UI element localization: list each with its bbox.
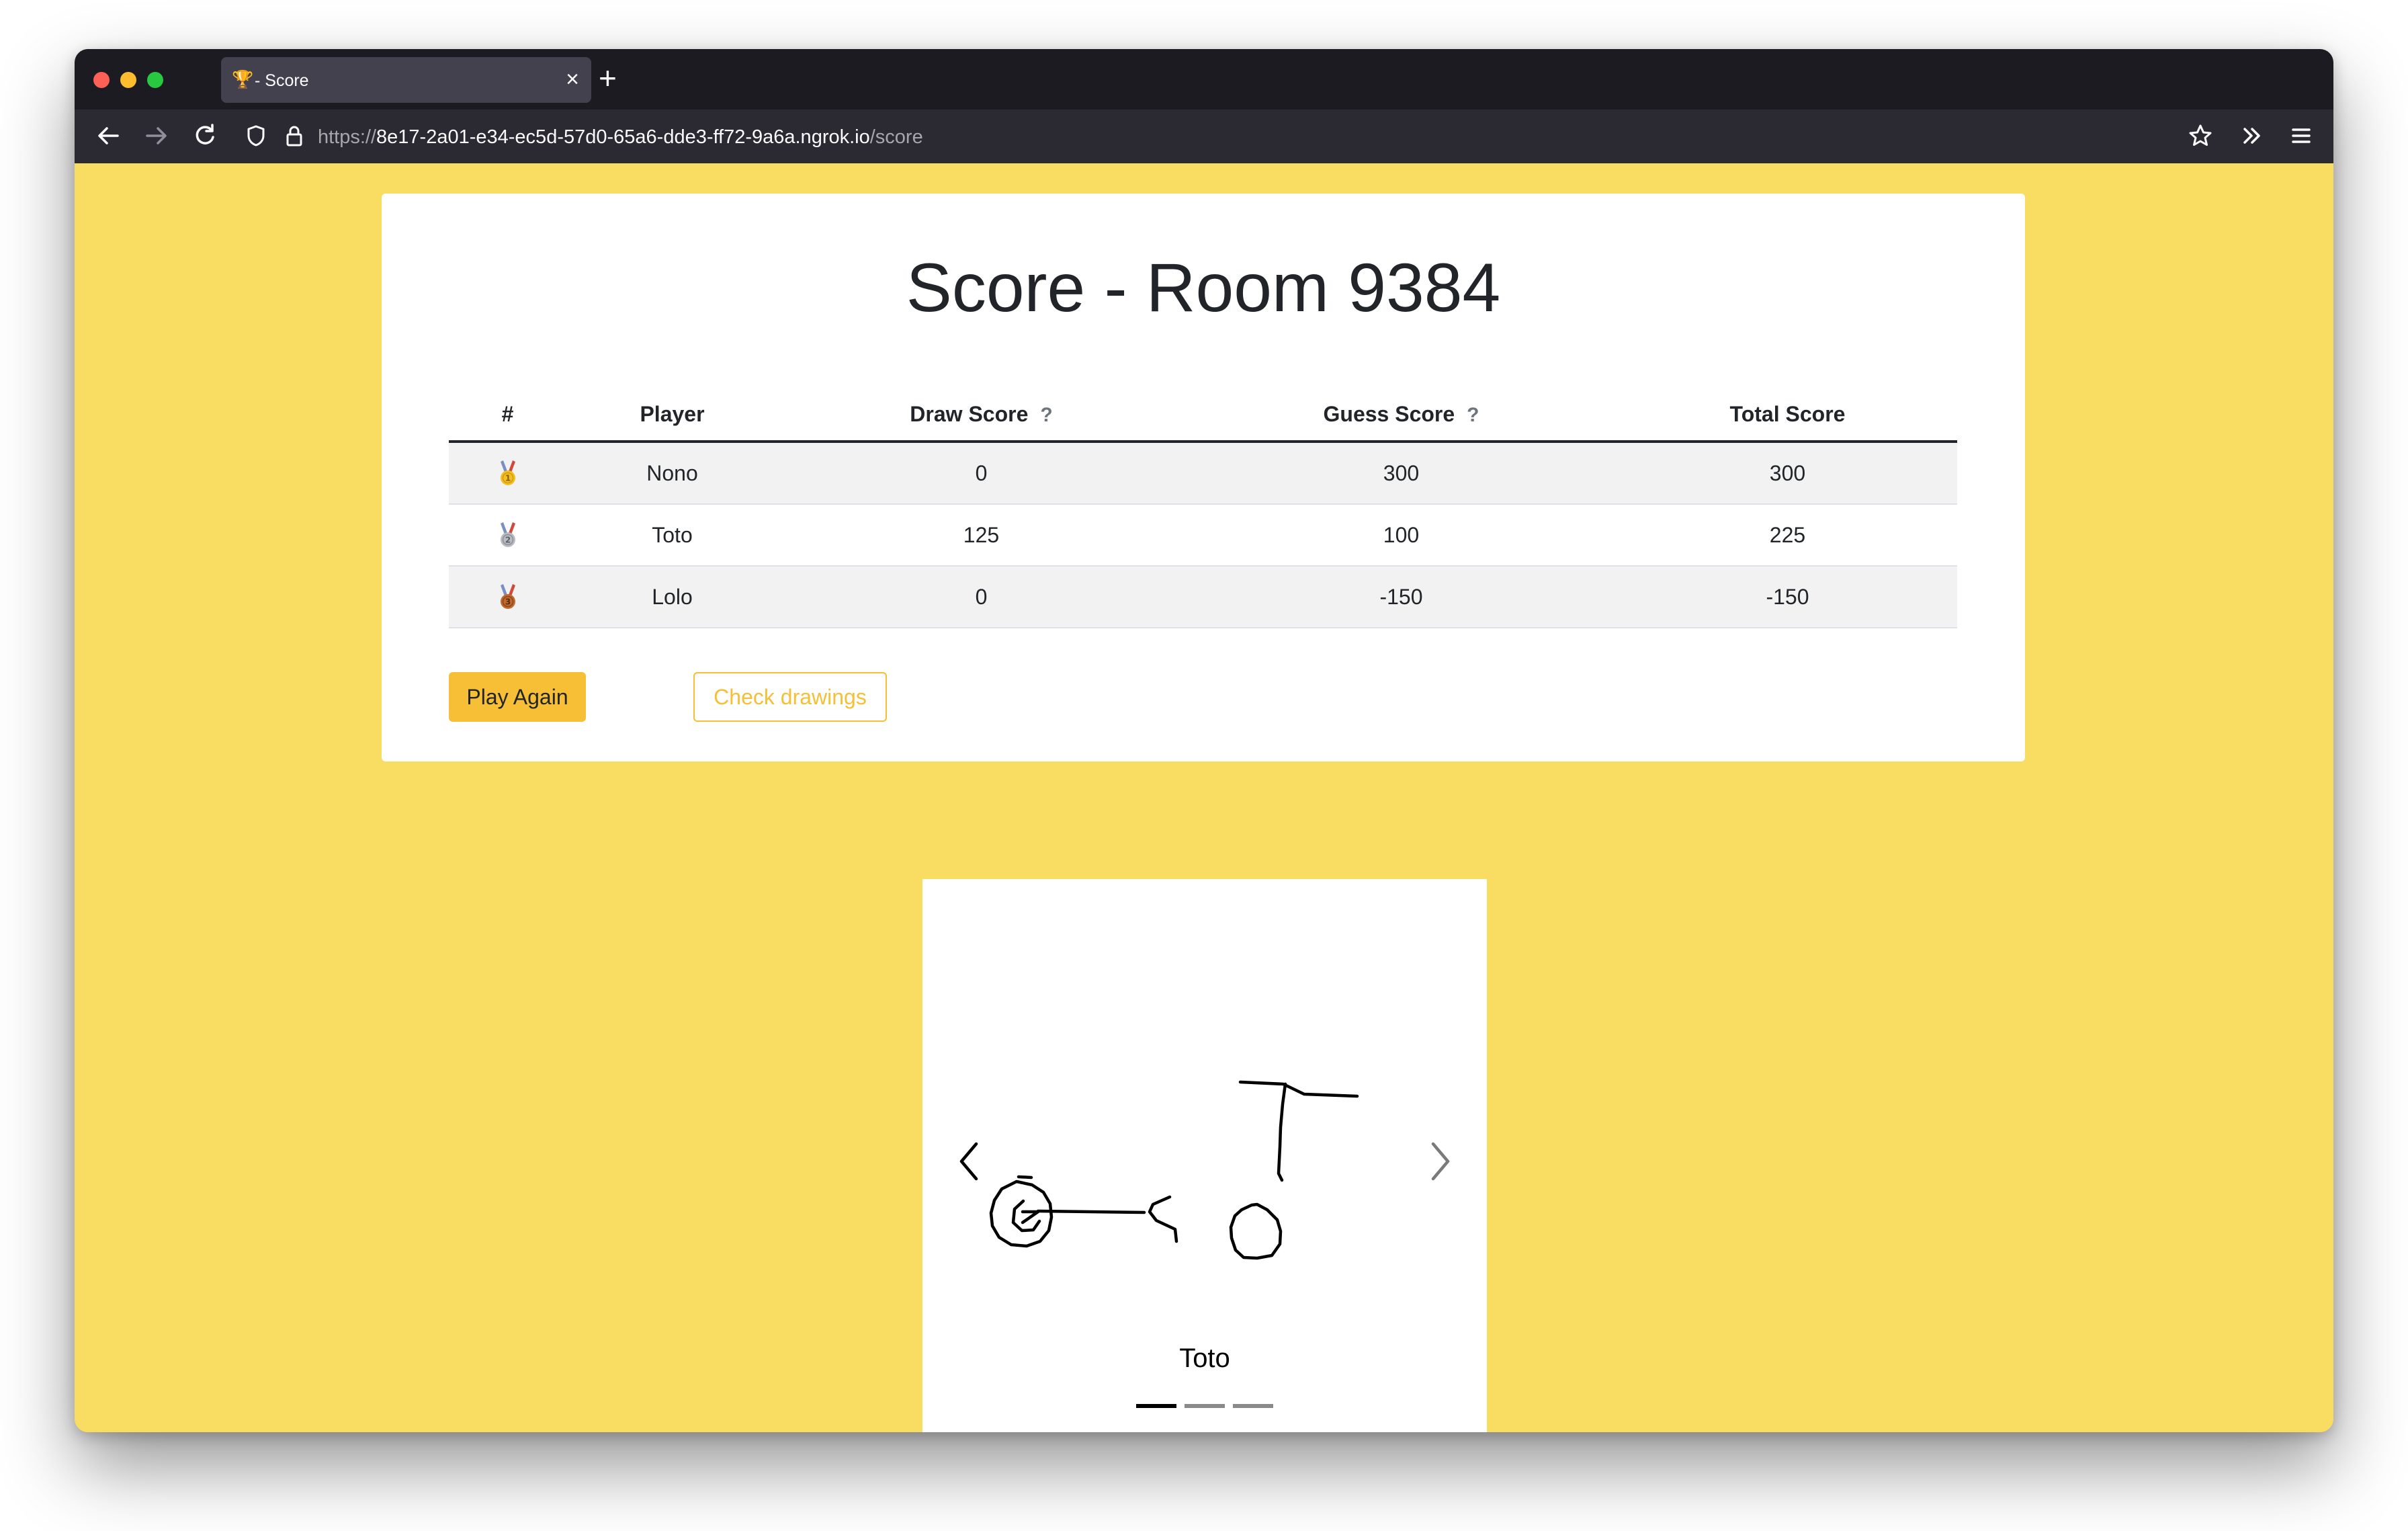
url-scheme: https:// <box>318 126 377 148</box>
browser-titlebar: 🏆 - Score × + <box>75 49 2333 110</box>
browser-window: 🏆 - Score × + https://8e17-2a01-e34-ec5d… <box>75 49 2333 1432</box>
rank-number: 2 <box>505 536 510 545</box>
gold-medal-icon: 1 <box>500 460 515 486</box>
bronze-medal-icon: 3 <box>500 584 515 610</box>
page-title: Score - Room 9384 <box>906 249 1501 326</box>
column-header-guess-score: Guess Score? <box>1185 388 1618 443</box>
back-icon[interactable] <box>93 119 123 153</box>
draw-score-cell: 0 <box>778 442 1185 505</box>
tab-title: - Score <box>255 71 309 90</box>
browser-toolbar: https://8e17-2a01-e34-ec5d-57d0-65a6-dde… <box>75 110 2333 163</box>
rank-number: 1 <box>505 474 510 483</box>
drawings-carousel: Toto <box>922 879 1487 1432</box>
column-header-rank: # <box>449 388 566 443</box>
player-cell: Lolo <box>566 566 778 628</box>
maximize-window-button[interactable] <box>147 72 163 88</box>
draw-score-cell: 125 <box>778 504 1185 567</box>
carousel-next-icon[interactable] <box>1420 1134 1460 1188</box>
url-path: /score <box>869 126 923 148</box>
table-row: 1 Nono 0 300 300 <box>449 442 1957 505</box>
shield-icon[interactable] <box>243 119 269 153</box>
table-row: 2 Toto 125 100 225 <box>449 504 1957 567</box>
table-row: 3 Lolo 0 -150 -150 <box>449 566 1957 628</box>
lock-icon[interactable] <box>282 119 307 153</box>
tab-close-icon[interactable]: × <box>566 67 579 92</box>
table-header-row: # Player Draw Score? Guess Score? Total … <box>449 388 1957 443</box>
total-score-cell: 225 <box>1618 504 1957 567</box>
player-cell: Toto <box>566 504 778 567</box>
column-header-player: Player <box>566 388 778 443</box>
draw-score-cell: 0 <box>778 566 1185 628</box>
guess-score-cell: -150 <box>1185 566 1618 628</box>
rank-number: 3 <box>505 597 510 607</box>
score-card: Score - Room 9384 # Player Draw Score? G… <box>382 194 2025 761</box>
play-again-button[interactable]: Play Again <box>449 672 586 722</box>
rank-cell: 1 <box>449 442 566 505</box>
carousel-indicator[interactable] <box>1136 1404 1176 1408</box>
column-header-draw-score: Draw Score? <box>778 388 1185 443</box>
total-score-cell: -150 <box>1618 566 1957 628</box>
guess-score-label: Guess Score <box>1323 402 1455 426</box>
drawing-caption: Toto <box>1179 1343 1230 1373</box>
silver-medal-icon: 2 <box>500 522 515 548</box>
new-tab-button[interactable]: + <box>599 61 617 95</box>
url-host: 8e17-2a01-e34-ec5d-57d0-65a6-dde3-ff72-9… <box>376 126 870 148</box>
carousel-prev-icon[interactable] <box>949 1134 990 1188</box>
check-drawings-button[interactable]: Check drawings <box>693 672 887 722</box>
bookmark-star-icon[interactable] <box>2186 119 2215 153</box>
guess-score-cell: 300 <box>1185 442 1618 505</box>
guess-score-help-icon[interactable]: ? <box>1467 404 1479 426</box>
guess-score-cell: 100 <box>1185 504 1618 567</box>
forward-icon[interactable] <box>142 119 171 153</box>
menu-icon[interactable] <box>2286 119 2316 153</box>
score-table: # Player Draw Score? Guess Score? Total … <box>449 388 1957 628</box>
carousel-indicator[interactable] <box>1233 1404 1273 1408</box>
total-score-cell: 300 <box>1618 442 1957 505</box>
browser-tab-score[interactable]: 🏆 - Score × <box>221 57 591 103</box>
extensions-overflow-icon[interactable] <box>2237 119 2266 153</box>
draw-score-label: Draw Score <box>910 402 1029 426</box>
rank-cell: 3 <box>449 566 566 628</box>
rank-cell: 2 <box>449 504 566 567</box>
close-window-button[interactable] <box>93 72 110 88</box>
carousel-indicator[interactable] <box>1185 1404 1225 1408</box>
page-viewport: Score - Room 9384 # Player Draw Score? G… <box>75 163 2333 1432</box>
draw-score-help-icon[interactable]: ? <box>1040 404 1052 426</box>
reload-icon[interactable] <box>190 119 220 153</box>
player-cell: Nono <box>566 442 778 505</box>
minimize-window-button[interactable] <box>120 72 136 88</box>
column-header-total-score: Total Score <box>1618 388 1957 443</box>
address-bar[interactable]: https://8e17-2a01-e34-ec5d-57d0-65a6-dde… <box>318 126 923 149</box>
trophy-icon: 🏆 <box>232 69 254 89</box>
